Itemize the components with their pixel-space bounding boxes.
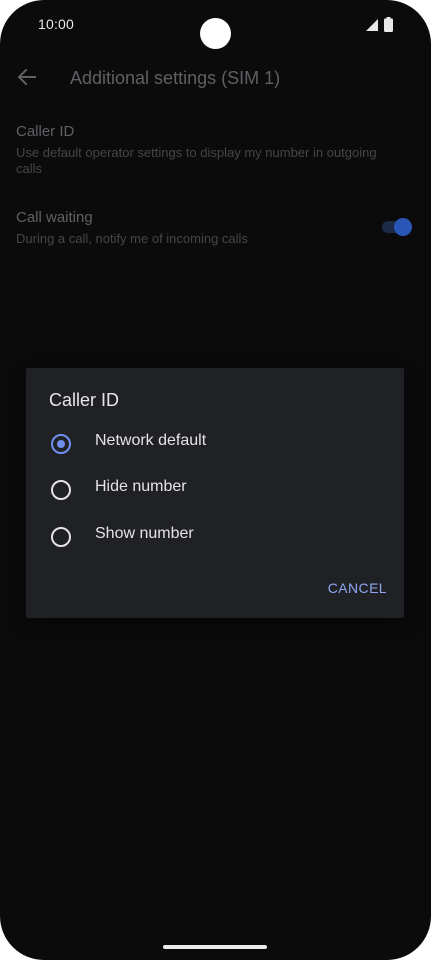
option-label: Show number bbox=[95, 525, 194, 542]
option-label: Hide number bbox=[95, 478, 187, 495]
radio-dot bbox=[57, 440, 65, 448]
status-bar: 10:00 bbox=[0, 0, 431, 52]
status-time: 10:00 bbox=[38, 16, 75, 32]
option-show-number[interactable]: Show number bbox=[26, 513, 404, 559]
battery-icon bbox=[384, 17, 393, 32]
setting-caller-id-title: Caller ID bbox=[16, 123, 75, 140]
toggle-thumb bbox=[394, 218, 412, 236]
option-hide-number[interactable]: Hide number bbox=[26, 466, 404, 512]
setting-call-waiting-title: Call waiting bbox=[16, 209, 93, 226]
phone-screen: 10:00 Additional settings (SIM 1) Caller… bbox=[0, 0, 431, 960]
radio-unselected-icon[interactable] bbox=[51, 527, 71, 547]
setting-call-waiting[interactable]: Call waiting During a call, notify me of… bbox=[16, 208, 376, 247]
cancel-button-label: CANCEL bbox=[327, 580, 387, 596]
arrow-left-icon[interactable] bbox=[16, 66, 38, 88]
caller-id-dialog: Caller ID Network default Hide number Sh… bbox=[26, 368, 404, 618]
page-title: Additional settings (SIM 1) bbox=[70, 68, 281, 88]
radio-unselected-icon[interactable] bbox=[51, 480, 71, 500]
gesture-navigation-handle[interactable] bbox=[163, 945, 267, 949]
radio-selected-icon[interactable] bbox=[51, 434, 71, 454]
front-camera-cutout bbox=[200, 18, 231, 49]
cancel-button[interactable]: CANCEL bbox=[320, 573, 390, 603]
signal-icon bbox=[366, 19, 378, 31]
setting-call-waiting-summary: During a call, notify me of incoming cal… bbox=[16, 231, 248, 246]
call-waiting-toggle[interactable] bbox=[380, 218, 412, 236]
option-network-default[interactable]: Network default bbox=[26, 420, 404, 466]
setting-caller-id-summary: Use default operator settings to display… bbox=[16, 145, 377, 176]
app-bar: Additional settings (SIM 1) bbox=[0, 56, 431, 100]
setting-caller-id[interactable]: Caller ID Use default operator settings … bbox=[16, 122, 406, 177]
dialog-title: Caller ID bbox=[49, 390, 120, 410]
option-label: Network default bbox=[95, 432, 207, 449]
